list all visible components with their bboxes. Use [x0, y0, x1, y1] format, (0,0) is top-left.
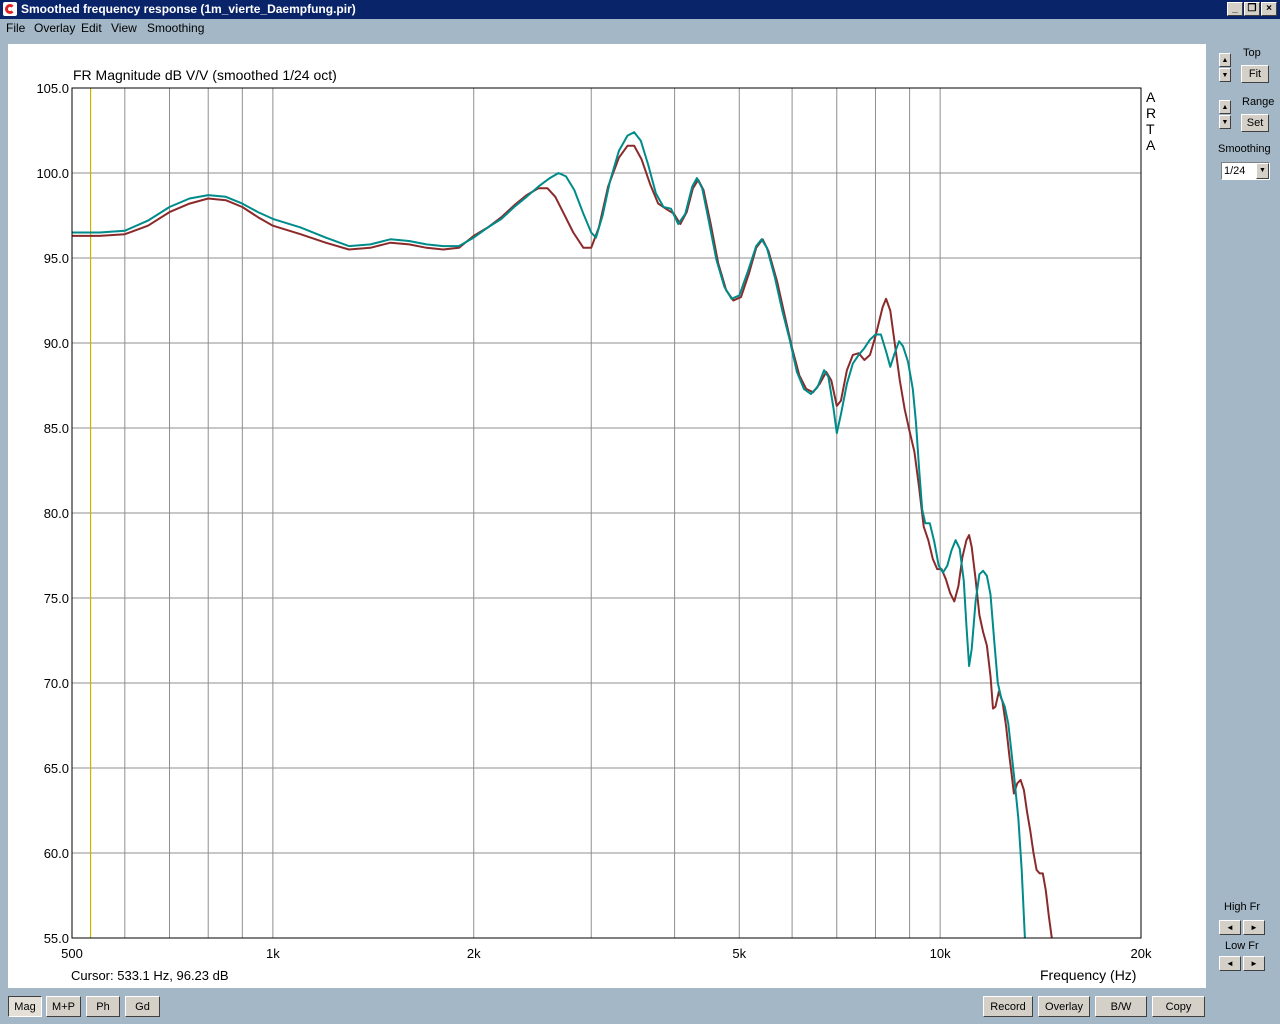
low-fr-right-button[interactable]: ►	[1243, 956, 1265, 971]
y-tick-label: 90.0	[44, 336, 69, 351]
x-tick-label: 2k	[467, 946, 481, 961]
right-control-panel: Top ▲ ▼ Fit Range ▲ ▼ Set Smoothing 1/24…	[1207, 38, 1280, 988]
chevron-down-icon[interactable]: ▼	[1256, 163, 1269, 179]
menu-edit[interactable]: Edit	[81, 21, 102, 35]
frequency-response-chart[interactable]: 55.0 60.0 65.0 70.0 75.0 80.0 85.0 90.0 95.0 100.…	[8, 44, 1206, 988]
menu-overlay[interactable]: Overlay	[34, 21, 75, 35]
x-tick-label: 20k	[1131, 946, 1152, 961]
y-tick-label: 85.0	[44, 421, 69, 436]
group-delay-button[interactable]: Gd	[125, 996, 160, 1017]
menu-bar: File Overlay Edit View Smoothing	[0, 19, 1280, 38]
menu-smoothing[interactable]: Smoothing	[147, 21, 204, 35]
x-axis-label: Frequency (Hz)	[1040, 967, 1136, 983]
y-tick-label: 95.0	[44, 251, 69, 266]
smoothing-label: Smoothing	[1218, 143, 1271, 155]
y-tick-label: 105.0	[36, 81, 69, 96]
top-up-button[interactable]: ▲	[1219, 53, 1231, 67]
phase-button[interactable]: Ph	[86, 996, 120, 1017]
low-fr-label: Low Fr	[1225, 940, 1259, 952]
bottom-toolbar: Mag M+P Ph Gd Record Overlay B/W Copy	[0, 988, 1280, 1024]
top-down-button[interactable]: ▼	[1219, 68, 1231, 82]
overlay-button[interactable]: Overlay	[1038, 996, 1090, 1017]
y-tick-label: 70.0	[44, 676, 69, 691]
y-tick-label: 100.0	[36, 166, 69, 181]
high-fr-right-button[interactable]: ►	[1243, 920, 1265, 935]
title-bar[interactable]: Smoothed frequency response (1m_vierte_D…	[0, 0, 1280, 19]
y-tick-label: 60.0	[44, 846, 69, 861]
series-line-main	[72, 131, 1026, 938]
smoothing-select[interactable]: 1/24 ▼	[1221, 162, 1270, 180]
y-tick-label: 75.0	[44, 591, 69, 606]
range-label: Range	[1242, 96, 1275, 108]
mag-phase-button[interactable]: M+P	[46, 996, 81, 1017]
high-fr-label: High Fr	[1224, 901, 1261, 913]
y-tick-label: 65.0	[44, 761, 69, 776]
x-tick-label: 500	[61, 946, 83, 961]
plot-panel[interactable]: 55.0 60.0 65.0 70.0 75.0 80.0 85.0 90.0 95.0 100.…	[8, 44, 1206, 988]
series-line-overlay	[72, 144, 1053, 938]
top-label: Top	[1243, 47, 1261, 59]
series-layer	[72, 131, 1053, 938]
chart-title: FR Magnitude dB V/V (smoothed 1/24 oct)	[73, 67, 337, 83]
menu-file[interactable]: File	[6, 21, 25, 35]
window-title: Smoothed frequency response (1m_vierte_D…	[21, 2, 356, 16]
minimize-button[interactable]: _	[1227, 2, 1243, 16]
x-tick-label: 10k	[930, 946, 951, 961]
range-down-button[interactable]: ▼	[1219, 115, 1231, 129]
grid-layer	[71, 87, 1142, 939]
cursor-readout: Cursor: 533.1 Hz, 96.23 dB	[71, 968, 229, 983]
menu-view[interactable]: View	[111, 21, 137, 35]
set-button[interactable]: Set	[1241, 114, 1269, 132]
record-button[interactable]: Record	[983, 996, 1033, 1017]
y-tick-label: 55.0	[44, 931, 69, 946]
fit-button[interactable]: Fit	[1241, 65, 1269, 83]
y-tick-label: 80.0	[44, 506, 69, 521]
restore-button[interactable]: ❐	[1244, 2, 1260, 16]
arta-app-icon[interactable]	[3, 2, 17, 16]
x-tick-label: 5k	[732, 946, 746, 961]
label-layer: 55.0 60.0 65.0 70.0 75.0 80.0 85.0 90.0 95.0 100.…	[36, 81, 1152, 961]
close-button[interactable]: ×	[1261, 2, 1277, 16]
range-up-button[interactable]: ▲	[1219, 100, 1231, 114]
high-fr-left-button[interactable]: ◄	[1219, 920, 1241, 935]
mag-button[interactable]: Mag	[8, 996, 42, 1017]
arta-watermark-t: T	[1146, 121, 1155, 137]
arta-watermark-a1: A	[1146, 89, 1156, 105]
low-fr-left-button[interactable]: ◄	[1219, 956, 1241, 971]
copy-button[interactable]: Copy	[1152, 996, 1205, 1017]
smoothing-value: 1/24	[1224, 165, 1246, 177]
x-tick-label: 1k	[266, 946, 280, 961]
bw-button[interactable]: B/W	[1095, 996, 1147, 1017]
arta-watermark-r: R	[1146, 105, 1156, 121]
arta-watermark-a2: A	[1146, 137, 1156, 153]
